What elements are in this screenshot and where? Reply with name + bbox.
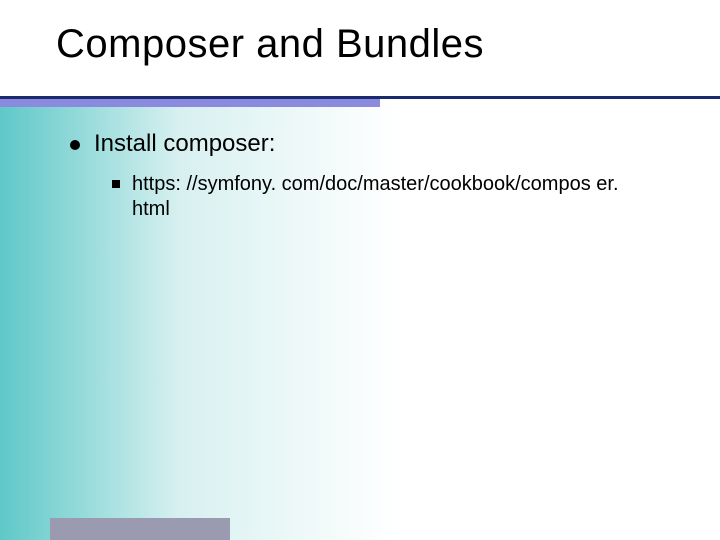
bullet-level2: https: //symfony. com/doc/master/cookboo… bbox=[112, 172, 660, 222]
divider-accent bbox=[0, 99, 380, 107]
slide: Composer and Bundles Install composer: h… bbox=[0, 0, 720, 540]
footer-block bbox=[50, 518, 230, 540]
bullet-level2-text: https: //symfony. com/doc/master/cookboo… bbox=[132, 172, 652, 222]
bullet-level1: Install composer: bbox=[70, 130, 660, 158]
bullet-level1-text: Install composer: bbox=[94, 130, 275, 158]
bullet-dot-icon bbox=[70, 140, 80, 150]
bullet-square-icon bbox=[112, 180, 120, 188]
slide-title: Composer and Bundles bbox=[56, 22, 484, 67]
content-area: Install composer: https: //symfony. com/… bbox=[70, 130, 660, 230]
